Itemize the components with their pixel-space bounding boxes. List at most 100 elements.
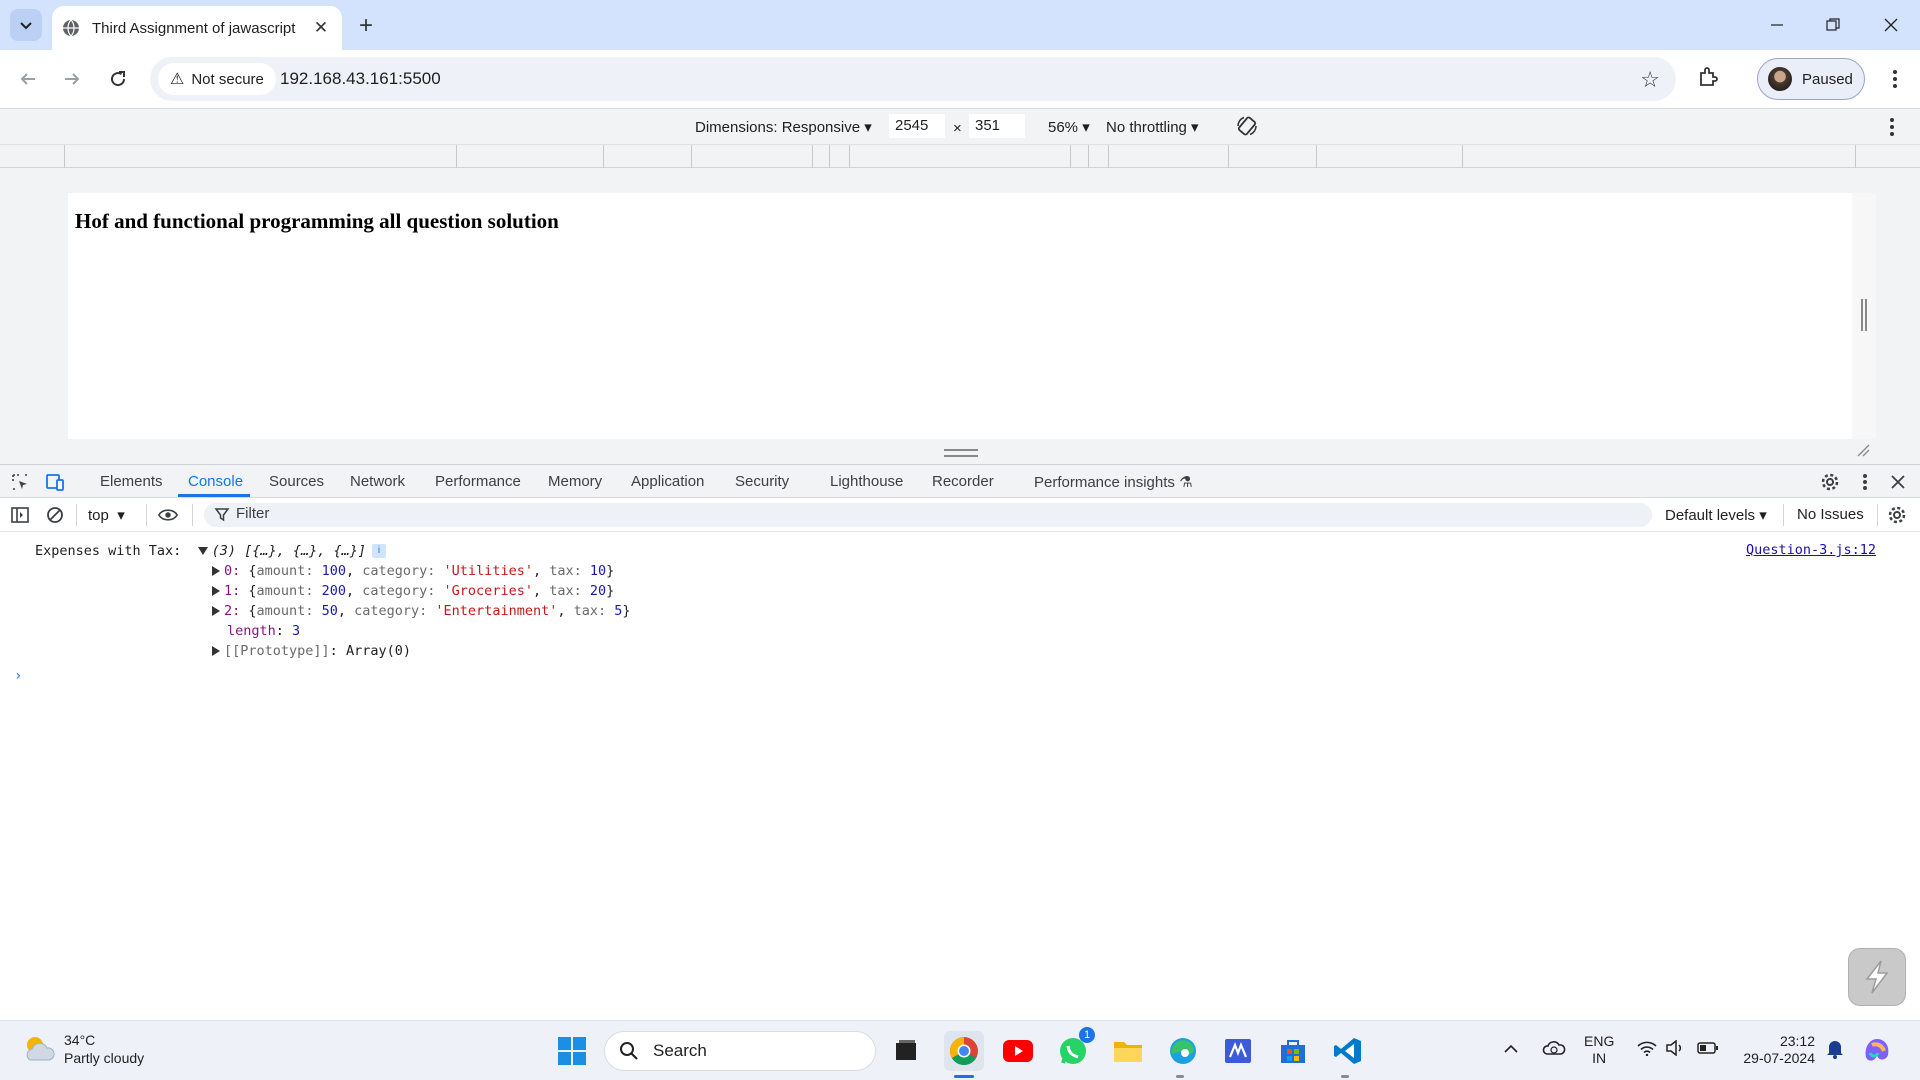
battery-icon[interactable] [1697,1041,1719,1059]
flask-icon: ⚗ [1179,474,1193,491]
settings-gear-icon[interactable] [1820,472,1840,492]
source-link[interactable]: Question-3.js:12 [1746,542,1876,558]
expand-triangle-icon[interactable] [197,547,208,555]
browser-menu-button[interactable] [1880,64,1910,94]
height-input[interactable]: 351 [969,114,1025,138]
editor-app-icon[interactable] [1218,1031,1258,1071]
weather-widget[interactable]: 34°C Partly cloudy [22,1031,144,1067]
whatsapp-icon[interactable]: 1 [1053,1027,1095,1071]
sidebar-toggle-icon[interactable] [10,505,30,525]
new-tab-button[interactable]: + [352,12,380,40]
viewport-resize-handle-bottom[interactable] [944,449,978,457]
floating-extension-button[interactable] [1848,948,1906,1006]
media-query-bar[interactable] [0,144,1920,168]
forward-button[interactable] [57,64,87,94]
rotate-icon[interactable] [1236,115,1258,141]
browser-tab[interactable]: Third Assignment of jawascript ✕ [52,6,342,50]
minimize-button[interactable] [1752,0,1802,50]
profile-button[interactable]: Paused [1757,58,1865,100]
device-toggle-icon[interactable] [45,472,65,492]
close-window-button[interactable] [1866,0,1916,50]
restore-button[interactable] [1808,0,1858,50]
task-view-icon[interactable] [886,1031,926,1071]
windows-start-icon[interactable] [552,1031,592,1071]
zoom-label: 56% [1048,119,1079,136]
context-selector[interactable]: top ▾ [88,506,125,524]
bookmark-star-icon[interactable]: ☆ [1640,67,1660,93]
collapse-triangle-icon[interactable] [212,606,220,616]
array-prototype[interactable]: [[Prototype]]: Array(0) [212,643,411,659]
notification-bell-icon[interactable] [1826,1039,1844,1063]
dimensions-dropdown[interactable]: Dimensions: Responsive ▾ [695,118,872,136]
collapse-triangle-icon[interactable] [212,586,220,596]
chrome-icon[interactable] [944,1031,984,1071]
tab-sources[interactable]: Sources [269,473,324,490]
viewport-resize-corner-icon[interactable] [1856,443,1870,457]
device-toolbar: Dimensions: Responsive ▾ 2545 × 351 56% … [0,108,1920,144]
array-entry-0[interactable]: 0: {amount: 100, category: 'Utilities', … [212,563,614,579]
tab-recorder[interactable]: Recorder [932,473,994,490]
tab-application[interactable]: Application [631,473,704,490]
tab-network[interactable]: Network [350,473,405,490]
array-summary[interactable]: (3) [{…}, {…}, {…}] [212,543,366,559]
tab-elements[interactable]: Elements [100,473,163,490]
file-explorer-icon[interactable] [1108,1031,1148,1071]
search-icon [620,1042,638,1060]
collapse-triangle-icon[interactable] [212,566,220,576]
console-prompt-icon[interactable]: › [14,668,22,684]
tab-close-button[interactable]: ✕ [310,17,332,39]
extensions-icon[interactable] [1697,66,1719,92]
vscode-icon[interactable] [1328,1031,1368,1071]
devtools-tab-bar: Elements Console Sources Network Perform… [0,464,1920,498]
width-input[interactable]: 2545 [889,114,945,138]
devtools-more-icon[interactable] [1855,472,1875,492]
search-label: Search [653,1041,707,1060]
wifi-icon[interactable] [1637,1040,1657,1060]
volume-icon[interactable] [1665,1039,1685,1060]
taskbar-search[interactable]: Search [604,1031,876,1071]
lightning-icon [1865,960,1889,994]
viewport-resize-handle-right[interactable] [1852,193,1876,439]
microsoft-store-icon[interactable] [1273,1031,1313,1071]
filter-input[interactable] [236,505,636,522]
throttling-label: No throttling [1106,119,1187,136]
inspect-element-icon[interactable] [10,472,30,492]
tab-security[interactable]: Security [735,473,789,490]
edge-icon[interactable] [1163,1031,1203,1071]
tab-performance[interactable]: Performance [435,473,521,490]
live-expression-eye-icon[interactable] [158,505,178,525]
throttling-dropdown[interactable]: No throttling ▾ [1106,118,1199,136]
weather-desc: Partly cloudy [64,1050,145,1066]
tab-search-button[interactable] [10,9,42,41]
zoom-dropdown[interactable]: 56% ▾ [1048,118,1090,136]
clock[interactable]: 23:12 29-07-2024 [1743,1033,1815,1067]
onedrive-sync-icon[interactable] [1542,1039,1566,1061]
tab-performance-insights[interactable]: Performance insights ⚗ [1034,473,1193,491]
address-bar[interactable]: ⚠ Not secure 192.168.43.161:5500 ☆ [150,57,1676,101]
console-settings-gear-icon[interactable] [1887,505,1907,525]
log-levels-dropdown[interactable]: Default levels ▾ [1665,506,1767,524]
devtools-close-icon[interactable] [1888,472,1908,492]
security-chip[interactable]: ⚠ Not secure [158,63,276,95]
clear-console-icon[interactable] [45,505,65,525]
tab-memory[interactable]: Memory [548,473,602,490]
url-text[interactable]: 192.168.43.161:5500 [280,69,441,89]
windows-taskbar: 34°C Partly cloudy Search 1 ENG IN 23:12… [0,1020,1920,1080]
tab-console[interactable]: Console [188,473,243,490]
youtube-icon[interactable] [998,1031,1038,1071]
array-entry-2[interactable]: 2: {amount: 50, category: 'Entertainment… [212,603,631,619]
language-indicator[interactable]: ENG IN [1584,1033,1614,1067]
copilot-icon[interactable] [1862,1035,1892,1067]
tray-overflow-chevron-icon[interactable] [1503,1041,1519,1058]
collapse-triangle-icon[interactable] [212,646,220,656]
array-entry-1[interactable]: 1: {amount: 200, category: 'Groceries', … [212,583,614,599]
console-filter[interactable] [204,503,1652,527]
device-toolbar-more-icon[interactable] [1889,117,1895,141]
arrow-left-icon [20,73,35,85]
tab-lighthouse[interactable]: Lighthouse [830,473,903,490]
reload-button[interactable] [103,64,133,94]
back-button[interactable] [13,64,43,94]
chrome-active-indicator [954,1075,974,1078]
info-icon[interactable]: i [372,544,387,558]
issues-counter[interactable]: No Issues [1797,506,1864,523]
